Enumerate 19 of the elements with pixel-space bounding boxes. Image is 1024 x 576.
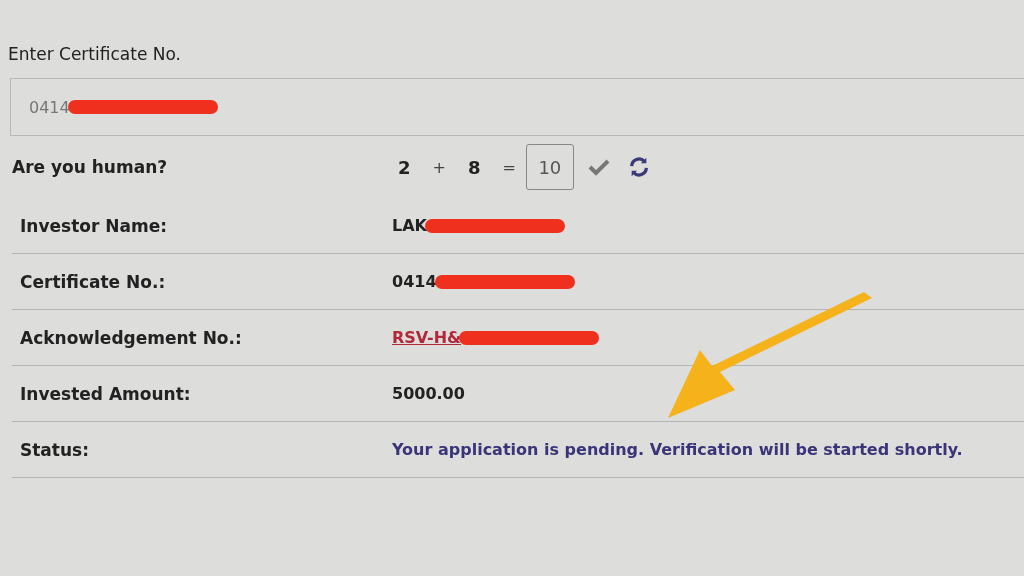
- captcha-number: 2: [398, 156, 411, 178]
- detail-label: Certificate No.:: [19, 271, 167, 292]
- detail-label: Invested Amount:: [19, 383, 192, 404]
- detail-value: 0414: [392, 272, 437, 291]
- status-message: Your application is pending. Verification will be started shortly.: [392, 440, 963, 459]
- certificate-input-field[interactable]: 0414: [10, 78, 1024, 136]
- detail-label: Acknowledgement No.:: [19, 327, 243, 348]
- refresh-icon[interactable]: [627, 156, 650, 178]
- check-icon: [587, 158, 610, 176]
- detail-label: Investor Name:: [19, 215, 168, 236]
- answer-field[interactable]: 10: [525, 144, 574, 190]
- acknowledgement-link[interactable]: RSV-H&: [392, 328, 462, 347]
- captcha-number: 8: [467, 156, 481, 178]
- detail-label: Status:: [19, 439, 90, 460]
- plus-sign: +: [432, 157, 446, 177]
- equals-sign: =: [502, 157, 516, 177]
- detail-value: 5000.00: [392, 384, 465, 403]
- captcha-label: Are you human?: [12, 157, 169, 177]
- field-label: Enter Certificate No.: [8, 44, 182, 64]
